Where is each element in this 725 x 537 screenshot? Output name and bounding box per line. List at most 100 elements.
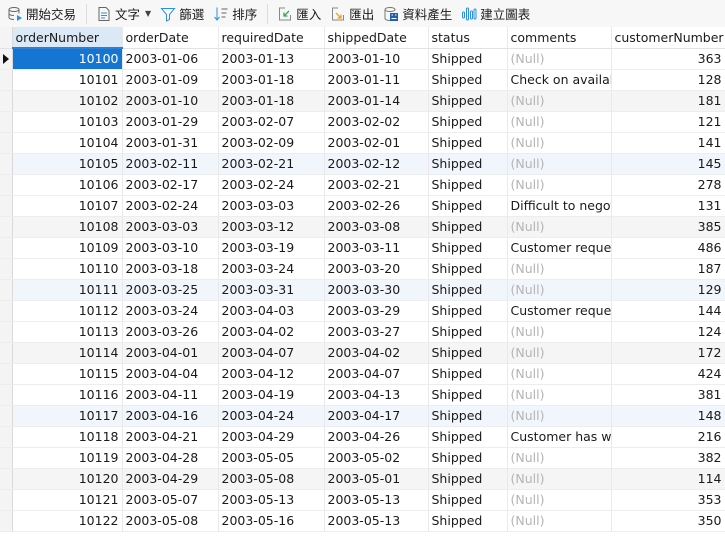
cell-requiredDate[interactable]: 2003-02-09 <box>218 132 325 154</box>
table-row[interactable]: 10108 2003-03-03 2003-03-12 2003-03-08 Shipp… <box>0 216 725 238</box>
cell-requiredDate[interactable]: 2003-04-19 <box>218 384 325 406</box>
cell-customerNumber[interactable]: 353 <box>611 489 725 511</box>
cell-comments[interactable]: Check on availabi <box>507 69 612 91</box>
table-row[interactable]: 10117 2003-04-16 2003-04-24 2003-04-17 Shipp… <box>0 405 725 427</box>
cell-customerNumber[interactable]: 278 <box>611 174 725 196</box>
row-indicator[interactable] <box>0 363 13 385</box>
cell-requiredDate[interactable]: 2003-04-12 <box>218 363 325 385</box>
cell-shippedDate[interactable]: 2003-04-13 <box>324 384 429 406</box>
cell-shippedDate[interactable]: 2003-04-02 <box>324 342 429 364</box>
cell-requiredDate[interactable]: 2003-03-24 <box>218 258 325 280</box>
cell-requiredDate[interactable]: 2003-04-07 <box>218 342 325 364</box>
column-header-orderNumber[interactable]: orderNumber <box>12 27 123 49</box>
table-row[interactable]: 10119 2003-04-28 2003-05-05 2003-05-02 Shipp… <box>0 447 725 469</box>
cell-status[interactable]: Shipped <box>428 426 508 448</box>
row-indicator[interactable] <box>0 237 13 259</box>
cell-orderDate[interactable]: 2003-04-16 <box>122 405 219 427</box>
cell-orderNumber[interactable]: 10112 <box>12 300 123 322</box>
row-indicator[interactable] <box>0 342 13 364</box>
column-header-orderDate[interactable]: orderDate <box>122 27 219 49</box>
cell-orderNumber[interactable]: 10101 <box>12 69 123 91</box>
cell-customerNumber[interactable]: 381 <box>611 384 725 406</box>
cell-orderNumber[interactable]: 10118 <box>12 426 123 448</box>
row-indicator[interactable] <box>0 426 13 448</box>
cell-requiredDate[interactable]: 2003-04-29 <box>218 426 325 448</box>
cell-shippedDate[interactable]: 2003-05-01 <box>324 468 429 490</box>
cell-shippedDate[interactable]: 2003-05-13 <box>324 489 429 511</box>
cell-customerNumber[interactable]: 128 <box>611 69 725 91</box>
cell-comments[interactable]: (Null) <box>507 510 612 532</box>
cell-customerNumber[interactable]: 131 <box>611 195 725 217</box>
cell-customerNumber[interactable]: 114 <box>611 468 725 490</box>
table-row[interactable]: 10116 2003-04-11 2003-04-19 2003-04-13 Shipp… <box>0 384 725 406</box>
cell-orderDate[interactable]: 2003-02-11 <box>122 153 219 175</box>
cell-status[interactable]: Shipped <box>428 48 508 70</box>
cell-requiredDate[interactable]: 2003-04-02 <box>218 321 325 343</box>
table-row[interactable]: 10106 2003-02-17 2003-02-24 2003-02-21 Shipp… <box>0 174 725 196</box>
cell-status[interactable]: Shipped <box>428 363 508 385</box>
cell-status[interactable]: Shipped <box>428 279 508 301</box>
cell-customerNumber[interactable]: 121 <box>611 111 725 133</box>
cell-status[interactable]: Shipped <box>428 447 508 469</box>
cell-comments[interactable]: (Null) <box>507 48 612 70</box>
cell-comments[interactable]: (Null) <box>507 405 612 427</box>
table-row[interactable]: 10122 2003-05-08 2003-05-16 2003-05-13 Shipp… <box>0 510 725 532</box>
table-row[interactable]: 10113 2003-03-26 2003-04-02 2003-03-27 Shipp… <box>0 321 725 343</box>
cell-orderDate[interactable]: 2003-04-28 <box>122 447 219 469</box>
cell-comments[interactable]: (Null) <box>507 342 612 364</box>
table-row[interactable]: 10102 2003-01-10 2003-01-18 2003-01-14 Shipp… <box>0 90 725 112</box>
table-row[interactable]: 10105 2003-02-11 2003-02-21 2003-02-12 Shipp… <box>0 153 725 175</box>
cell-status[interactable]: Shipped <box>428 216 508 238</box>
cell-shippedDate[interactable]: 2003-03-11 <box>324 237 429 259</box>
column-header-comments[interactable]: comments <box>507 27 612 49</box>
cell-orderDate[interactable]: 2003-01-10 <box>122 90 219 112</box>
cell-comments[interactable]: (Null) <box>507 447 612 469</box>
row-indicator[interactable] <box>0 48 13 70</box>
table-row[interactable]: 10109 2003-03-10 2003-03-19 2003-03-11 Shipp… <box>0 237 725 259</box>
table-row[interactable]: 10103 2003-01-29 2003-02-07 2003-02-02 Shipp… <box>0 111 725 133</box>
filter-button[interactable]: 篩選 <box>157 2 207 26</box>
cell-requiredDate[interactable]: 2003-03-12 <box>218 216 325 238</box>
cell-comments[interactable]: (Null) <box>507 363 612 385</box>
cell-customerNumber[interactable]: 144 <box>611 300 725 322</box>
cell-status[interactable]: Shipped <box>428 195 508 217</box>
cell-customerNumber[interactable]: 382 <box>611 447 725 469</box>
cell-requiredDate[interactable]: 2003-03-19 <box>218 237 325 259</box>
cell-shippedDate[interactable]: 2003-02-21 <box>324 174 429 196</box>
table-row[interactable]: 10114 2003-04-01 2003-04-07 2003-04-02 Shipp… <box>0 342 725 364</box>
cell-comments[interactable]: (Null) <box>507 489 612 511</box>
cell-requiredDate[interactable]: 2003-01-18 <box>218 69 325 91</box>
cell-orderNumber[interactable]: 10110 <box>12 258 123 280</box>
cell-shippedDate[interactable]: 2003-03-20 <box>324 258 429 280</box>
cell-shippedDate[interactable]: 2003-03-29 <box>324 300 429 322</box>
create-chart-button[interactable]: 建立圖表 <box>458 2 533 26</box>
cell-shippedDate[interactable]: 2003-05-02 <box>324 447 429 469</box>
cell-shippedDate[interactable]: 2003-04-07 <box>324 363 429 385</box>
cell-requiredDate[interactable]: 2003-02-07 <box>218 111 325 133</box>
cell-customerNumber[interactable]: 385 <box>611 216 725 238</box>
cell-orderDate[interactable]: 2003-03-10 <box>122 237 219 259</box>
table-row[interactable]: 10121 2003-05-07 2003-05-13 2003-05-13 Shipp… <box>0 489 725 511</box>
cell-requiredDate[interactable]: 2003-05-08 <box>218 468 325 490</box>
row-indicator[interactable] <box>0 132 13 154</box>
row-indicator[interactable] <box>0 468 13 490</box>
cell-comments[interactable]: (Null) <box>507 153 612 175</box>
cell-customerNumber[interactable]: 124 <box>611 321 725 343</box>
cell-orderDate[interactable]: 2003-05-08 <box>122 510 219 532</box>
cell-status[interactable]: Shipped <box>428 174 508 196</box>
cell-comments[interactable]: (Null) <box>507 90 612 112</box>
cell-customerNumber[interactable]: 216 <box>611 426 725 448</box>
cell-customerNumber[interactable]: 181 <box>611 90 725 112</box>
cell-orderDate[interactable]: 2003-03-26 <box>122 321 219 343</box>
cell-requiredDate[interactable]: 2003-02-21 <box>218 153 325 175</box>
cell-status[interactable]: Shipped <box>428 111 508 133</box>
cell-comments[interactable]: (Null) <box>507 321 612 343</box>
cell-status[interactable]: Shipped <box>428 132 508 154</box>
row-indicator[interactable] <box>0 300 13 322</box>
cell-requiredDate[interactable]: 2003-03-03 <box>218 195 325 217</box>
column-header-status[interactable]: status <box>428 27 508 49</box>
cell-status[interactable]: Shipped <box>428 300 508 322</box>
cell-requiredDate[interactable]: 2003-05-13 <box>218 489 325 511</box>
cell-requiredDate[interactable]: 2003-05-16 <box>218 510 325 532</box>
cell-shippedDate[interactable]: 2003-01-11 <box>324 69 429 91</box>
